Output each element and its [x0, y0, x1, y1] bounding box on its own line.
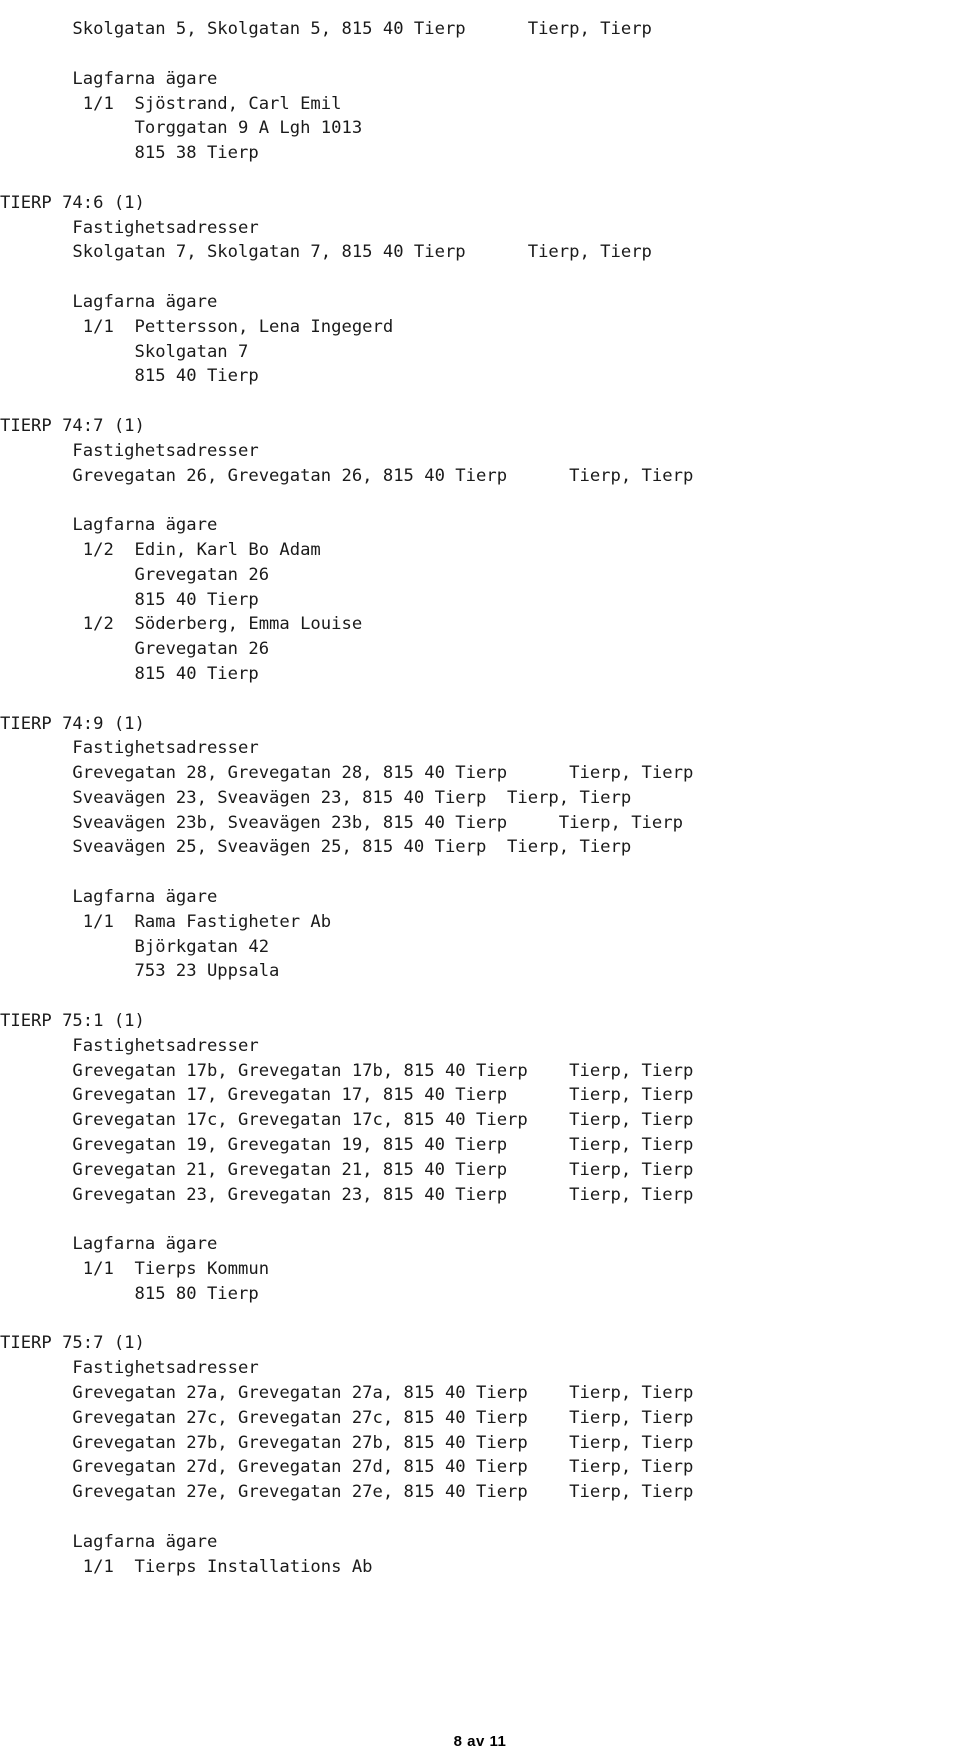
page-footer: 8 av 11: [453, 1733, 507, 1750]
property-register-text: Skolgatan 5, Skolgatan 5, 815 40 Tierp T…: [0, 19, 694, 1577]
document-page: Skolgatan 5, Skolgatan 5, 815 40 Tierp T…: [0, 0, 960, 1710]
